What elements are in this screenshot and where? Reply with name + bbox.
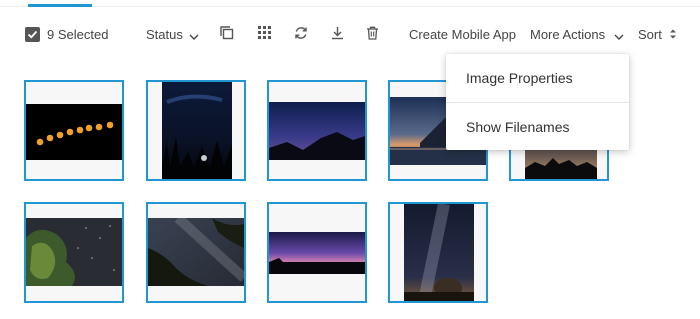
sort-dropdown[interactable]: Sort xyxy=(638,26,677,44)
tree-stars-photo xyxy=(26,218,122,286)
image-thumbnail[interactable] xyxy=(24,80,124,181)
chevron-down-icon xyxy=(189,28,199,43)
toolbar: 9 Selected Status Create Mobile App More… xyxy=(0,18,700,50)
sort-label: Sort xyxy=(638,27,662,42)
image-thumbnail[interactable] xyxy=(146,80,246,181)
image-thumbnail[interactable] xyxy=(146,202,246,303)
more-actions-dropdown[interactable]: More Actions xyxy=(530,26,624,44)
download-icon[interactable] xyxy=(331,26,347,42)
trees-milkyway-photo xyxy=(148,218,244,286)
image-thumbnail[interactable] xyxy=(267,80,367,181)
status-dropdown[interactable]: Status xyxy=(146,26,199,44)
eclipse-photo xyxy=(26,104,122,160)
menu-item-image-properties[interactable]: Image Properties xyxy=(446,54,629,102)
milkyway-haybale-photo xyxy=(404,204,474,301)
more-actions-menu: Image Properties Show Filenames xyxy=(446,54,629,150)
image-thumbnail[interactable] xyxy=(24,202,124,303)
trash-icon[interactable] xyxy=(366,26,382,42)
grid-icon[interactable] xyxy=(258,26,274,42)
chevron-down-icon xyxy=(614,28,624,43)
image-thumbnail[interactable] xyxy=(267,202,367,303)
status-label: Status xyxy=(146,27,183,42)
copy-icon[interactable] xyxy=(220,26,236,42)
selected-count-label: 9 Selected xyxy=(47,26,109,42)
more-actions-label: More Actions xyxy=(530,27,606,42)
active-tab-indicator xyxy=(28,4,92,7)
night-forest-photo xyxy=(162,82,232,179)
image-thumbnail[interactable] xyxy=(388,202,488,303)
menu-item-show-filenames[interactable]: Show Filenames xyxy=(446,102,629,150)
top-divider xyxy=(0,6,700,7)
refresh-icon[interactable] xyxy=(294,26,310,42)
checked-checkbox-icon xyxy=(25,26,40,42)
mountain-twilight-photo xyxy=(269,102,365,160)
aurora-horizon-photo xyxy=(269,232,365,274)
create-mobile-app-label: Create Mobile App xyxy=(409,27,516,42)
sort-arrows-icon xyxy=(669,28,677,43)
select-all-checkbox[interactable]: 9 Selected xyxy=(25,25,108,43)
create-mobile-app-button[interactable]: Create Mobile App xyxy=(409,26,516,44)
